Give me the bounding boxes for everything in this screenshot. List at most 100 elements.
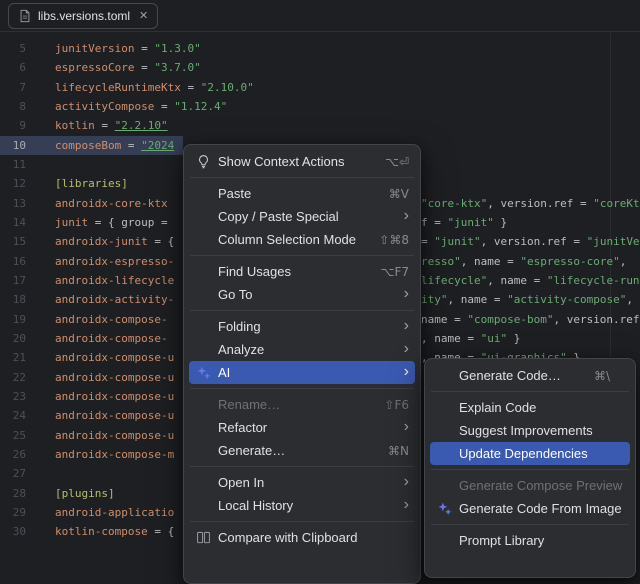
line-number: 9 <box>0 116 46 135</box>
no-icon <box>193 498 213 514</box>
menu-item-explain-code[interactable]: Explain Code <box>430 396 630 419</box>
menu-item-label: Open In <box>218 475 390 490</box>
code-text-continued: ity", name = "activity-compose", <box>421 290 640 309</box>
editor-tab-bar: libs.versions.toml ✕ <box>0 0 640 32</box>
menu-item-show-context-actions[interactable]: Show Context Actions ⌥⏎ <box>189 150 415 173</box>
line-number: 28 <box>0 484 46 503</box>
line-number: 21 <box>0 348 46 367</box>
menu-item-label: Analyze <box>218 342 390 357</box>
code-line-9[interactable]: 9kotlin = "2.2.10" <box>0 116 640 135</box>
line-number: 27 <box>0 464 46 483</box>
code-text-continued: f = "junit" } <box>421 213 507 232</box>
menu-item-label: Show Context Actions <box>218 154 371 169</box>
menu-item-label: Rename… <box>218 397 370 412</box>
menu-item-refactor[interactable]: Refactor› <box>189 416 415 439</box>
line-number: 11 <box>0 155 46 174</box>
menu-item-generate-code-from-image[interactable]: Generate Code From Image <box>430 497 630 520</box>
menu-item-label: Update Dependencies <box>459 446 624 461</box>
menu-item-shortcut: ⌥⏎ <box>385 155 409 169</box>
menu-item-label: Generate Code… <box>459 368 580 383</box>
menu-item-label: Compare with Clipboard <box>218 530 409 545</box>
code-text: [libraries] <box>46 177 128 190</box>
code-text: junitVersion = "1.3.0" <box>46 42 201 55</box>
menu-item-update-dependencies[interactable]: Update Dependencies <box>430 442 630 465</box>
no-icon <box>193 397 213 413</box>
ai-sparkle-icon <box>193 365 213 381</box>
menu-item-label: Explain Code <box>459 400 624 415</box>
line-number: 16 <box>0 252 46 271</box>
no-icon <box>434 478 454 494</box>
no-icon <box>434 533 454 549</box>
menu-item-shortcut: ⇧⌘8 <box>379 233 409 247</box>
no-icon <box>434 446 454 462</box>
code-line-7[interactable]: 7lifecycleRuntimeKtx = "2.10.0" <box>0 78 640 97</box>
no-icon <box>434 400 454 416</box>
line-number: 10 <box>0 136 46 155</box>
menu-item-generate-code[interactable]: Generate Code…⌘\ <box>430 364 630 387</box>
menu-item-generate-compose-preview: Generate Compose Preview <box>430 474 630 497</box>
menu-item-prompt-library[interactable]: Prompt Library <box>430 529 630 552</box>
menu-separator <box>431 391 629 392</box>
code-text: androidx-junit = { <box>46 235 174 248</box>
line-number: 8 <box>0 97 46 116</box>
menu-item-label: Paste <box>218 186 375 201</box>
code-text-continued: lifecycle", name = "lifecycle-runtime-kt… <box>421 271 640 290</box>
editor-context-menu: Show Context Actions⌥⏎Paste⌘VCopy / Past… <box>183 144 421 584</box>
tab-close-icon[interactable]: ✕ <box>139 9 148 22</box>
menu-item-suggest-improvements[interactable]: Suggest Improvements <box>430 419 630 442</box>
menu-item-label: Suggest Improvements <box>459 423 624 438</box>
tab-libs-versions-toml[interactable]: libs.versions.toml ✕ <box>8 3 158 29</box>
menu-item-column-selection-mode[interactable]: Column Selection Mode⇧⌘8 <box>189 228 415 251</box>
code-line-5[interactable]: 5junitVersion = "1.3.0" <box>0 39 640 58</box>
code-text: espressoCore = "3.7.0" <box>46 61 201 74</box>
line-number: 23 <box>0 387 46 406</box>
menu-item-generate[interactable]: Generate…⌘N <box>189 439 415 462</box>
menu-item-paste[interactable]: Paste⌘V <box>189 182 415 205</box>
menu-item-open-in[interactable]: Open In › <box>189 471 415 494</box>
code-line-6[interactable]: 6espressoCore = "3.7.0" <box>0 58 640 77</box>
menu-item-label: Copy / Paste Special <box>218 209 390 224</box>
menu-item-go-to[interactable]: Go To› <box>189 283 415 306</box>
menu-item-label: Prompt Library <box>459 533 624 548</box>
code-text: androidx-compose- <box>46 332 168 345</box>
chevron-right-icon: › <box>404 208 409 224</box>
code-text-continued: = "junit", version.ref = "junitVersion" <box>421 232 640 251</box>
menu-item-local-history[interactable]: Local History› <box>189 494 415 517</box>
menu-item-find-usages[interactable]: Find Usages⌥F7 <box>189 260 415 283</box>
menu-separator <box>190 177 414 178</box>
menu-item-folding[interactable]: Folding› <box>189 315 415 338</box>
code-text: androidx-compose-u <box>46 390 174 403</box>
code-text: androidx-compose-u <box>46 429 174 442</box>
code-line-8[interactable]: 8activityCompose = "1.12.4" <box>0 97 640 116</box>
no-icon <box>193 287 213 303</box>
lightbulb-icon <box>193 154 213 170</box>
chevron-right-icon: › <box>404 341 409 357</box>
tab-title: libs.versions.toml <box>38 9 130 23</box>
no-icon <box>193 319 213 335</box>
menu-item-copy-paste-special[interactable]: Copy / Paste Special › <box>189 205 415 228</box>
chevron-right-icon: › <box>404 474 409 490</box>
menu-item-analyze[interactable]: Analyze › <box>189 338 415 361</box>
ai-submenu: Generate Code…⌘\ Explain Code Suggest Impr… <box>424 358 636 578</box>
line-number: 25 <box>0 426 46 445</box>
line-number: 13 <box>0 194 46 213</box>
menu-item-compare-with-clipboard[interactable]: Compare with Clipboard <box>189 526 415 549</box>
chevron-right-icon: › <box>404 419 409 435</box>
menu-item-label: Generate Compose Preview <box>459 478 624 493</box>
line-number: 18 <box>0 290 46 309</box>
line-number: 17 <box>0 271 46 290</box>
menu-separator <box>190 255 414 256</box>
ai-sparkle-icon <box>434 501 454 517</box>
code-text: [plugins] <box>46 487 115 500</box>
chevron-right-icon: › <box>404 497 409 513</box>
line-number: 5 <box>0 39 46 58</box>
menu-item-rename: Rename…⇧F6 <box>189 393 415 416</box>
menu-item-ai[interactable]: AI› <box>189 361 415 384</box>
no-icon <box>193 186 213 202</box>
no-icon <box>193 209 213 225</box>
line-number: 22 <box>0 368 46 387</box>
menu-item-label: AI <box>218 365 390 380</box>
menu-separator <box>190 310 414 311</box>
code-text: androidx-compose-u <box>46 371 174 384</box>
code-text: android-applicatio <box>46 506 174 519</box>
